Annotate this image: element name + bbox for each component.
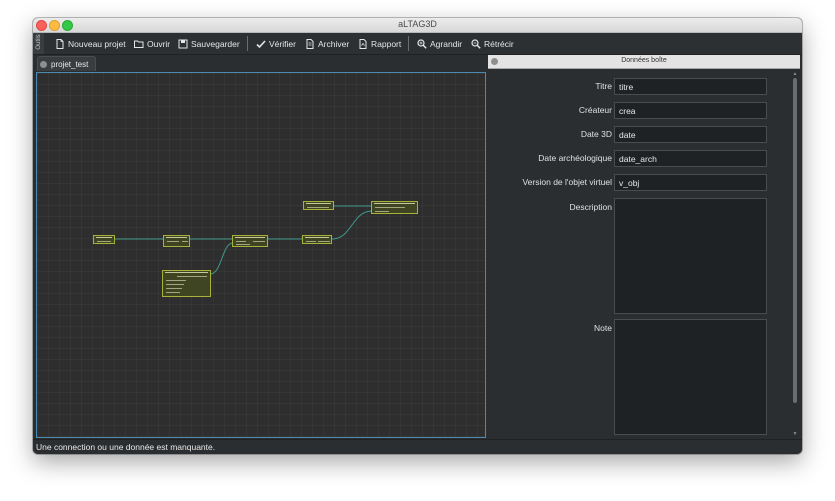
graph-node[interactable]: [163, 235, 190, 247]
app-window: aLTAG3D Outils Nouveau projet Ouvrir Sau…: [33, 18, 802, 454]
zoom-in-button[interactable]: Agrandir: [417, 36, 462, 51]
status-message: Une connection ou une donnée est manquan…: [36, 442, 216, 452]
creator-field[interactable]: [614, 102, 767, 119]
connection-line: [331, 210, 373, 240]
toolbar-separator: [247, 36, 248, 51]
report-button[interactable]: Rapport: [358, 36, 401, 51]
verify-label: Vérifier: [269, 38, 296, 49]
node-connections: [113, 205, 373, 275]
node-graph-canvas[interactable]: [36, 72, 486, 438]
scrollbar-thumb[interactable]: [793, 78, 797, 403]
scroll-down-icon[interactable]: ▼: [792, 431, 798, 437]
creator-label: Créateur: [578, 105, 612, 115]
panel-title: Données boîte: [621, 57, 667, 64]
save-button[interactable]: Sauvegarder: [178, 36, 240, 51]
zoom-in-icon: [417, 38, 427, 49]
new-file-icon: [56, 38, 64, 49]
toolbar-separator: [408, 36, 409, 51]
title-label: Titre: [595, 81, 612, 91]
toolbar-drag-handle[interactable]: Outils: [33, 33, 44, 54]
report-label: Rapport: [371, 38, 402, 49]
graph-node[interactable]: [302, 235, 332, 244]
verify-button[interactable]: Vérifier: [256, 36, 296, 51]
date-3d-label: Date 3D: [580, 129, 612, 139]
connection-line: [209, 242, 234, 275]
virtual-object-version-label: Version de l'objet virtuel: [522, 177, 612, 187]
note-field[interactable]: [614, 319, 767, 435]
graph-node[interactable]: [162, 270, 211, 297]
panel-scrollbar[interactable]: ▲ ▼: [792, 71, 798, 437]
description-field[interactable]: [614, 198, 767, 314]
archive-icon: [306, 38, 314, 49]
open-button[interactable]: Ouvrir: [134, 36, 170, 51]
note-label: Note: [594, 323, 612, 333]
save-label: Sauvegarder: [191, 38, 240, 49]
save-icon: [178, 39, 188, 48]
graph-node[interactable]: [371, 201, 418, 214]
archive-button[interactable]: Archiver: [305, 36, 349, 51]
date-3d-field[interactable]: [614, 126, 767, 143]
zoom-out-icon: [471, 38, 481, 49]
graph-node[interactable]: [93, 235, 115, 244]
toolbar: Outils Nouveau projet Ouvrir Sauvegarder…: [33, 33, 802, 55]
title-field[interactable]: [614, 78, 767, 95]
report-icon: [359, 38, 367, 49]
panel-header: Données boîte: [488, 55, 800, 69]
new-project-button[interactable]: Nouveau projet: [55, 36, 126, 51]
box-data-panel: Titre Créateur Date 3D Date archéologiqu…: [488, 69, 800, 439]
checkmark-icon: [256, 39, 266, 48]
tab-projet-test[interactable]: projet_test: [37, 56, 96, 71]
title-bar[interactable]: aLTAG3D: [33, 18, 802, 33]
description-label: Description: [569, 202, 612, 212]
zoom-in-label: Agrandir: [430, 38, 463, 49]
close-tab-icon[interactable]: [40, 60, 47, 68]
archaeological-date-label: Date archéologique: [538, 153, 612, 163]
virtual-object-version-field[interactable]: [614, 174, 767, 191]
archive-label: Archiver: [318, 38, 350, 49]
graph-node[interactable]: [232, 235, 268, 247]
scroll-up-icon[interactable]: ▲: [792, 71, 798, 77]
zoom-out-label: Rétrécir: [484, 38, 514, 49]
folder-open-icon: [134, 40, 144, 48]
graph-node[interactable]: [303, 201, 334, 210]
zoom-out-button[interactable]: Rétrécir: [471, 36, 514, 51]
open-label: Ouvrir: [147, 38, 171, 49]
new-project-label: Nouveau projet: [68, 38, 126, 49]
archaeological-date-field[interactable]: [614, 150, 767, 167]
status-bar: Une connection ou une donnée est manquan…: [33, 439, 802, 454]
window-title: aLTAG3D: [398, 19, 437, 29]
toolbar-handle-label: Outils: [36, 34, 42, 50]
tab-label: projet_test: [51, 59, 89, 69]
